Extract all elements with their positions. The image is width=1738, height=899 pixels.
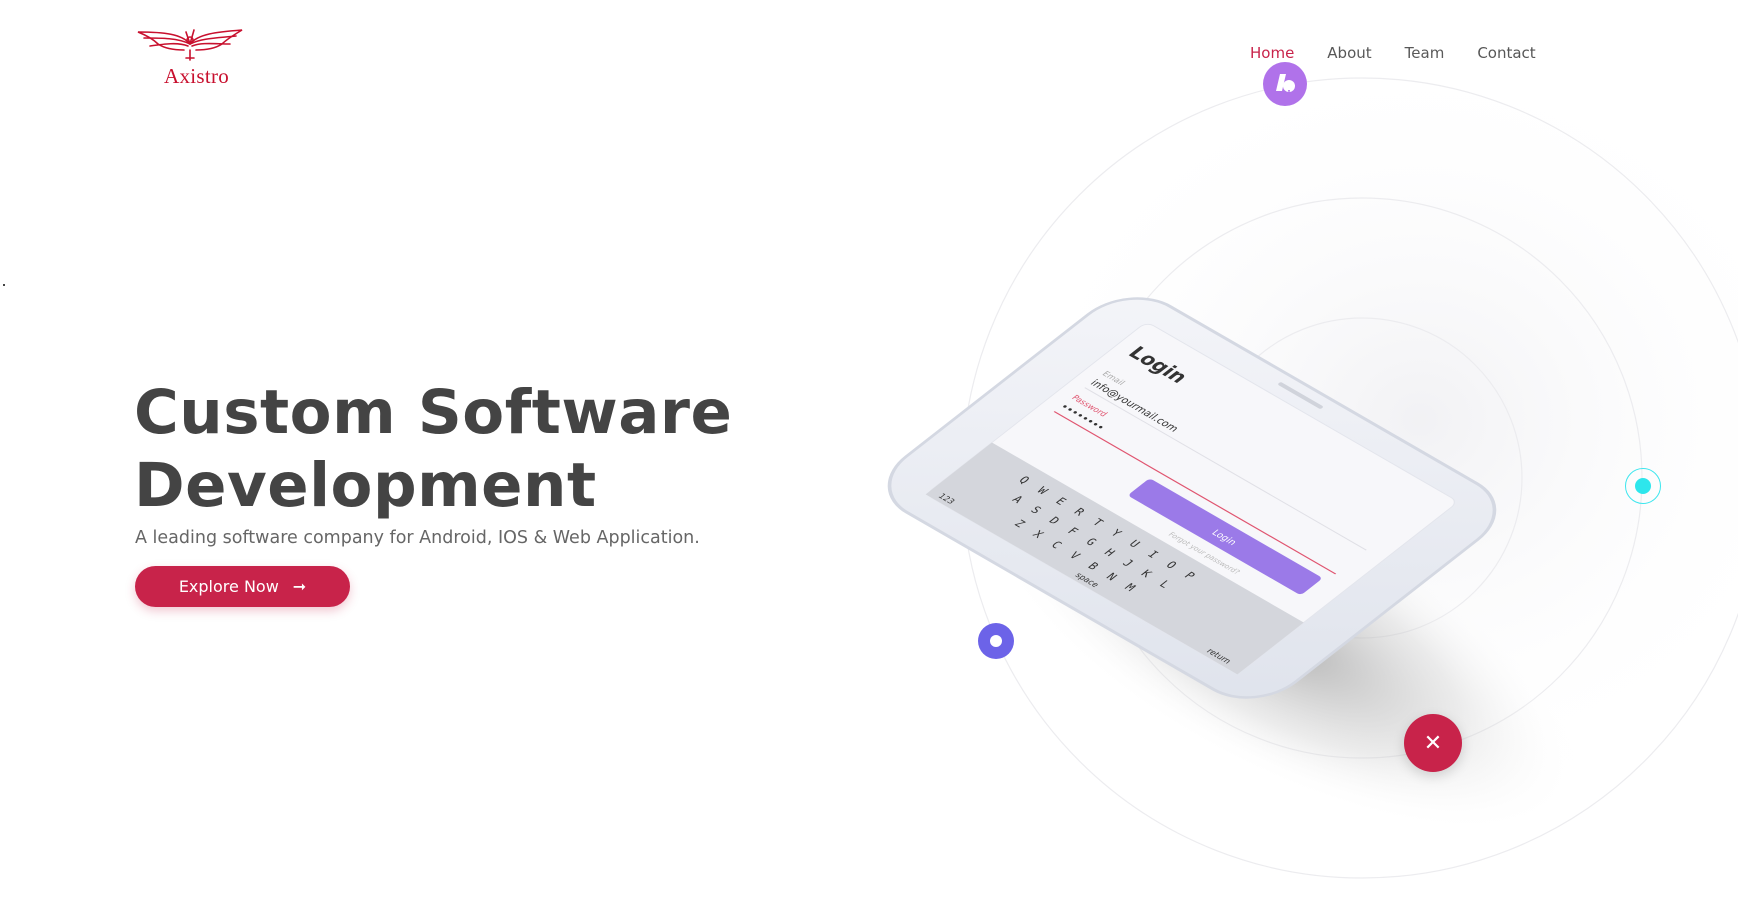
nav-contact[interactable]: Contact bbox=[1477, 44, 1535, 62]
background-haze bbox=[1000, 40, 1738, 800]
keyboard-row-1: Q W E R T Y U I O P bbox=[1016, 474, 1202, 584]
keyboard-key-123: 123 bbox=[936, 492, 957, 506]
phone-password-label: Password bbox=[1070, 393, 1111, 418]
hero-title-line1: Custom Software bbox=[134, 377, 733, 448]
phone-password-value: •••••••• bbox=[1057, 402, 1108, 433]
phone-shadow bbox=[982, 447, 1578, 833]
brand-logo[interactable]: Axistro bbox=[134, 26, 250, 88]
arrow-right-icon: ➞ bbox=[292, 577, 307, 596]
cyan-dot-icon bbox=[1625, 468, 1661, 504]
phone-login-button-label: Login bbox=[1209, 528, 1239, 547]
hero-title: Custom Software Development bbox=[134, 376, 732, 522]
hero-subtitle: A leading software company for Android, … bbox=[135, 528, 700, 548]
nav-home[interactable]: Home bbox=[1250, 44, 1294, 62]
phone-device: Login Email info@yourmail.com Password •… bbox=[887, 297, 1497, 699]
keyboard-key-return: return bbox=[1205, 647, 1234, 666]
phone-login-button bbox=[1129, 479, 1321, 595]
keyboard-row-3: Z X C V B N M bbox=[1011, 517, 1142, 595]
eagle-icon bbox=[137, 29, 243, 61]
ring-dot-center bbox=[990, 635, 1002, 647]
brand-name: Axistro bbox=[164, 64, 230, 88]
phone-speaker bbox=[1278, 382, 1323, 409]
stray-dot bbox=[3, 284, 5, 286]
phone-email-label: Email bbox=[1100, 369, 1127, 386]
nav-about[interactable]: About bbox=[1327, 44, 1371, 62]
explore-now-button[interactable]: Explore Now ➞ bbox=[135, 566, 350, 607]
phone-forgot-link: Forgot your password? bbox=[1166, 530, 1242, 575]
plus-icon: ✕ bbox=[1404, 714, 1462, 772]
email-underline bbox=[1084, 387, 1367, 551]
orbit-rings bbox=[961, 77, 1738, 879]
nav-team[interactable]: Team bbox=[1405, 44, 1445, 62]
app-badge-icon bbox=[1263, 62, 1307, 106]
keyboard-row-2: A S D F G H J K L bbox=[1009, 493, 1177, 592]
phone-login-title: Login bbox=[1123, 343, 1193, 387]
cyan-dot-center bbox=[1635, 478, 1651, 494]
main-nav: Home About Team Contact bbox=[1250, 44, 1569, 62]
hero-title-line2: Development bbox=[134, 450, 597, 521]
explore-now-label: Explore Now bbox=[178, 577, 279, 596]
ring-dot-icon bbox=[978, 623, 1014, 659]
password-underline bbox=[1053, 411, 1337, 575]
phone-email-value: info@yourmail.com bbox=[1087, 378, 1181, 434]
app-badge-glyph bbox=[1276, 74, 1295, 94]
keyboard-key-space: space bbox=[1073, 571, 1101, 589]
